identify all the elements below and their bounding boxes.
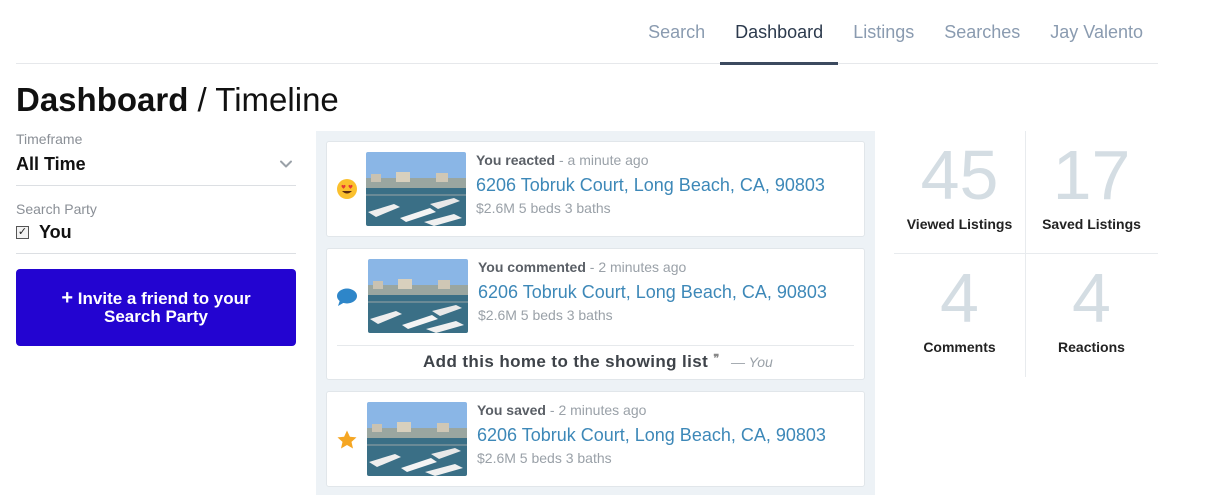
nav-items: Search Dashboard Listings Searches Jay V… <box>633 0 1158 65</box>
stat-saved-listings[interactable]: 17 Saved Listings <box>1026 131 1157 254</box>
timeline-card-reacted: You reacted - a minute ago 6206 Tobruk C… <box>326 141 865 237</box>
stat-reactions[interactable]: 4 Reactions <box>1026 254 1157 377</box>
stat-label: Viewed Listings <box>906 216 1013 232</box>
page-title-sub: Timeline <box>215 81 339 118</box>
listing-thumbnail[interactable] <box>368 259 468 333</box>
stat-label: Comments <box>923 339 996 355</box>
stat-value: 17 <box>1052 136 1131 214</box>
listing-address-link[interactable]: 6206 Tobruk Court, Long Beach, CA, 90803 <box>477 425 826 446</box>
activity-meta: You commented - 2 minutes ago <box>478 259 686 275</box>
stat-value: 4 <box>1072 259 1111 337</box>
invite-friend-button[interactable]: + Invite a friend to your Search Party <box>16 269 296 346</box>
party-member-you[interactable]: ✓ You <box>16 222 72 243</box>
timeframe-label: Timeframe <box>16 131 83 147</box>
party-member-checkbox[interactable]: ✓ <box>16 226 29 239</box>
heart-eyes-emoji-icon <box>337 179 357 199</box>
close-quote-icon: ❞ <box>713 353 720 365</box>
nav-user-menu[interactable]: Jay Valento <box>1035 0 1158 64</box>
filters-panel: Timeframe All Time Search Party ✓ You + … <box>16 130 296 346</box>
stat-value: 4 <box>940 259 979 337</box>
stat-comments[interactable]: 4 Comments <box>894 254 1025 377</box>
listing-specs: $2.6M 5 beds 3 baths <box>478 307 613 323</box>
activity-time: - 2 minutes ago <box>546 402 647 418</box>
timeline-card-saved: You saved - 2 minutes ago 6206 Tobruk Co… <box>326 391 865 487</box>
nav-searches[interactable]: Searches <box>929 0 1035 64</box>
stat-value: 45 <box>920 136 999 214</box>
activity-meta: You reacted - a minute ago <box>476 152 649 168</box>
activity-actor: You commented <box>478 259 586 275</box>
invite-button-label: Invite a friend to your Search Party <box>77 289 251 326</box>
timeframe-value: All Time <box>16 154 86 174</box>
activity-time: - 2 minutes ago <box>585 259 687 275</box>
star-icon <box>337 430 357 449</box>
timeline-card-commented: You commented - 2 minutes ago 6206 Tobru… <box>326 248 865 380</box>
nav-search[interactable]: Search <box>633 0 720 64</box>
page-title: Dashboard / Timeline <box>16 80 339 120</box>
activity-actor: You reacted <box>476 152 556 168</box>
plus-icon: + <box>61 287 74 309</box>
top-nav: Search Dashboard Listings Searches Jay V… <box>16 0 1158 65</box>
listing-address-link[interactable]: 6206 Tobruk Court, Long Beach, CA, 90803 <box>476 175 825 196</box>
stat-viewed-listings[interactable]: 45 Viewed Listings <box>894 131 1025 254</box>
page-title-separator: / <box>188 81 216 118</box>
comment-text: Add this home to the showing list ❞ <box>423 352 720 372</box>
timeframe-select[interactable]: Timeframe All Time <box>16 130 296 186</box>
nav-dashboard[interactable]: Dashboard <box>720 0 839 65</box>
listing-thumbnail[interactable] <box>366 152 466 226</box>
page-title-main: Dashboard <box>16 81 189 118</box>
listing-address-link[interactable]: 6206 Tobruk Court, Long Beach, CA, 90803 <box>478 282 827 303</box>
activity-time: - a minute ago <box>555 152 649 168</box>
comment-body: Add this home to the showing list <box>423 352 709 371</box>
listing-thumbnail[interactable] <box>367 402 467 476</box>
stats-panel: 45 Viewed Listings 17 Saved Listings 4 C… <box>894 131 1158 377</box>
nav-listings[interactable]: Listings <box>838 0 929 64</box>
timeline-feed: You reacted - a minute ago 6206 Tobruk C… <box>316 131 875 495</box>
stat-label: Reactions <box>1058 339 1125 355</box>
activity-meta: You saved - 2 minutes ago <box>477 402 646 418</box>
chevron-down-icon <box>280 160 292 168</box>
listing-specs: $2.6M 5 beds 3 baths <box>476 200 611 216</box>
comment-row: Add this home to the showing list ❞ — Yo… <box>337 345 854 375</box>
stat-label: Saved Listings <box>1042 216 1141 232</box>
party-member-name: You <box>39 222 72 242</box>
comment-author: — You <box>731 354 773 370</box>
search-party-label: Search Party <box>16 201 97 217</box>
activity-actor: You saved <box>477 402 546 418</box>
listing-specs: $2.6M 5 beds 3 baths <box>477 450 612 466</box>
speech-bubble-icon <box>337 288 357 306</box>
search-party-filter: Search Party ✓ You <box>16 186 296 254</box>
